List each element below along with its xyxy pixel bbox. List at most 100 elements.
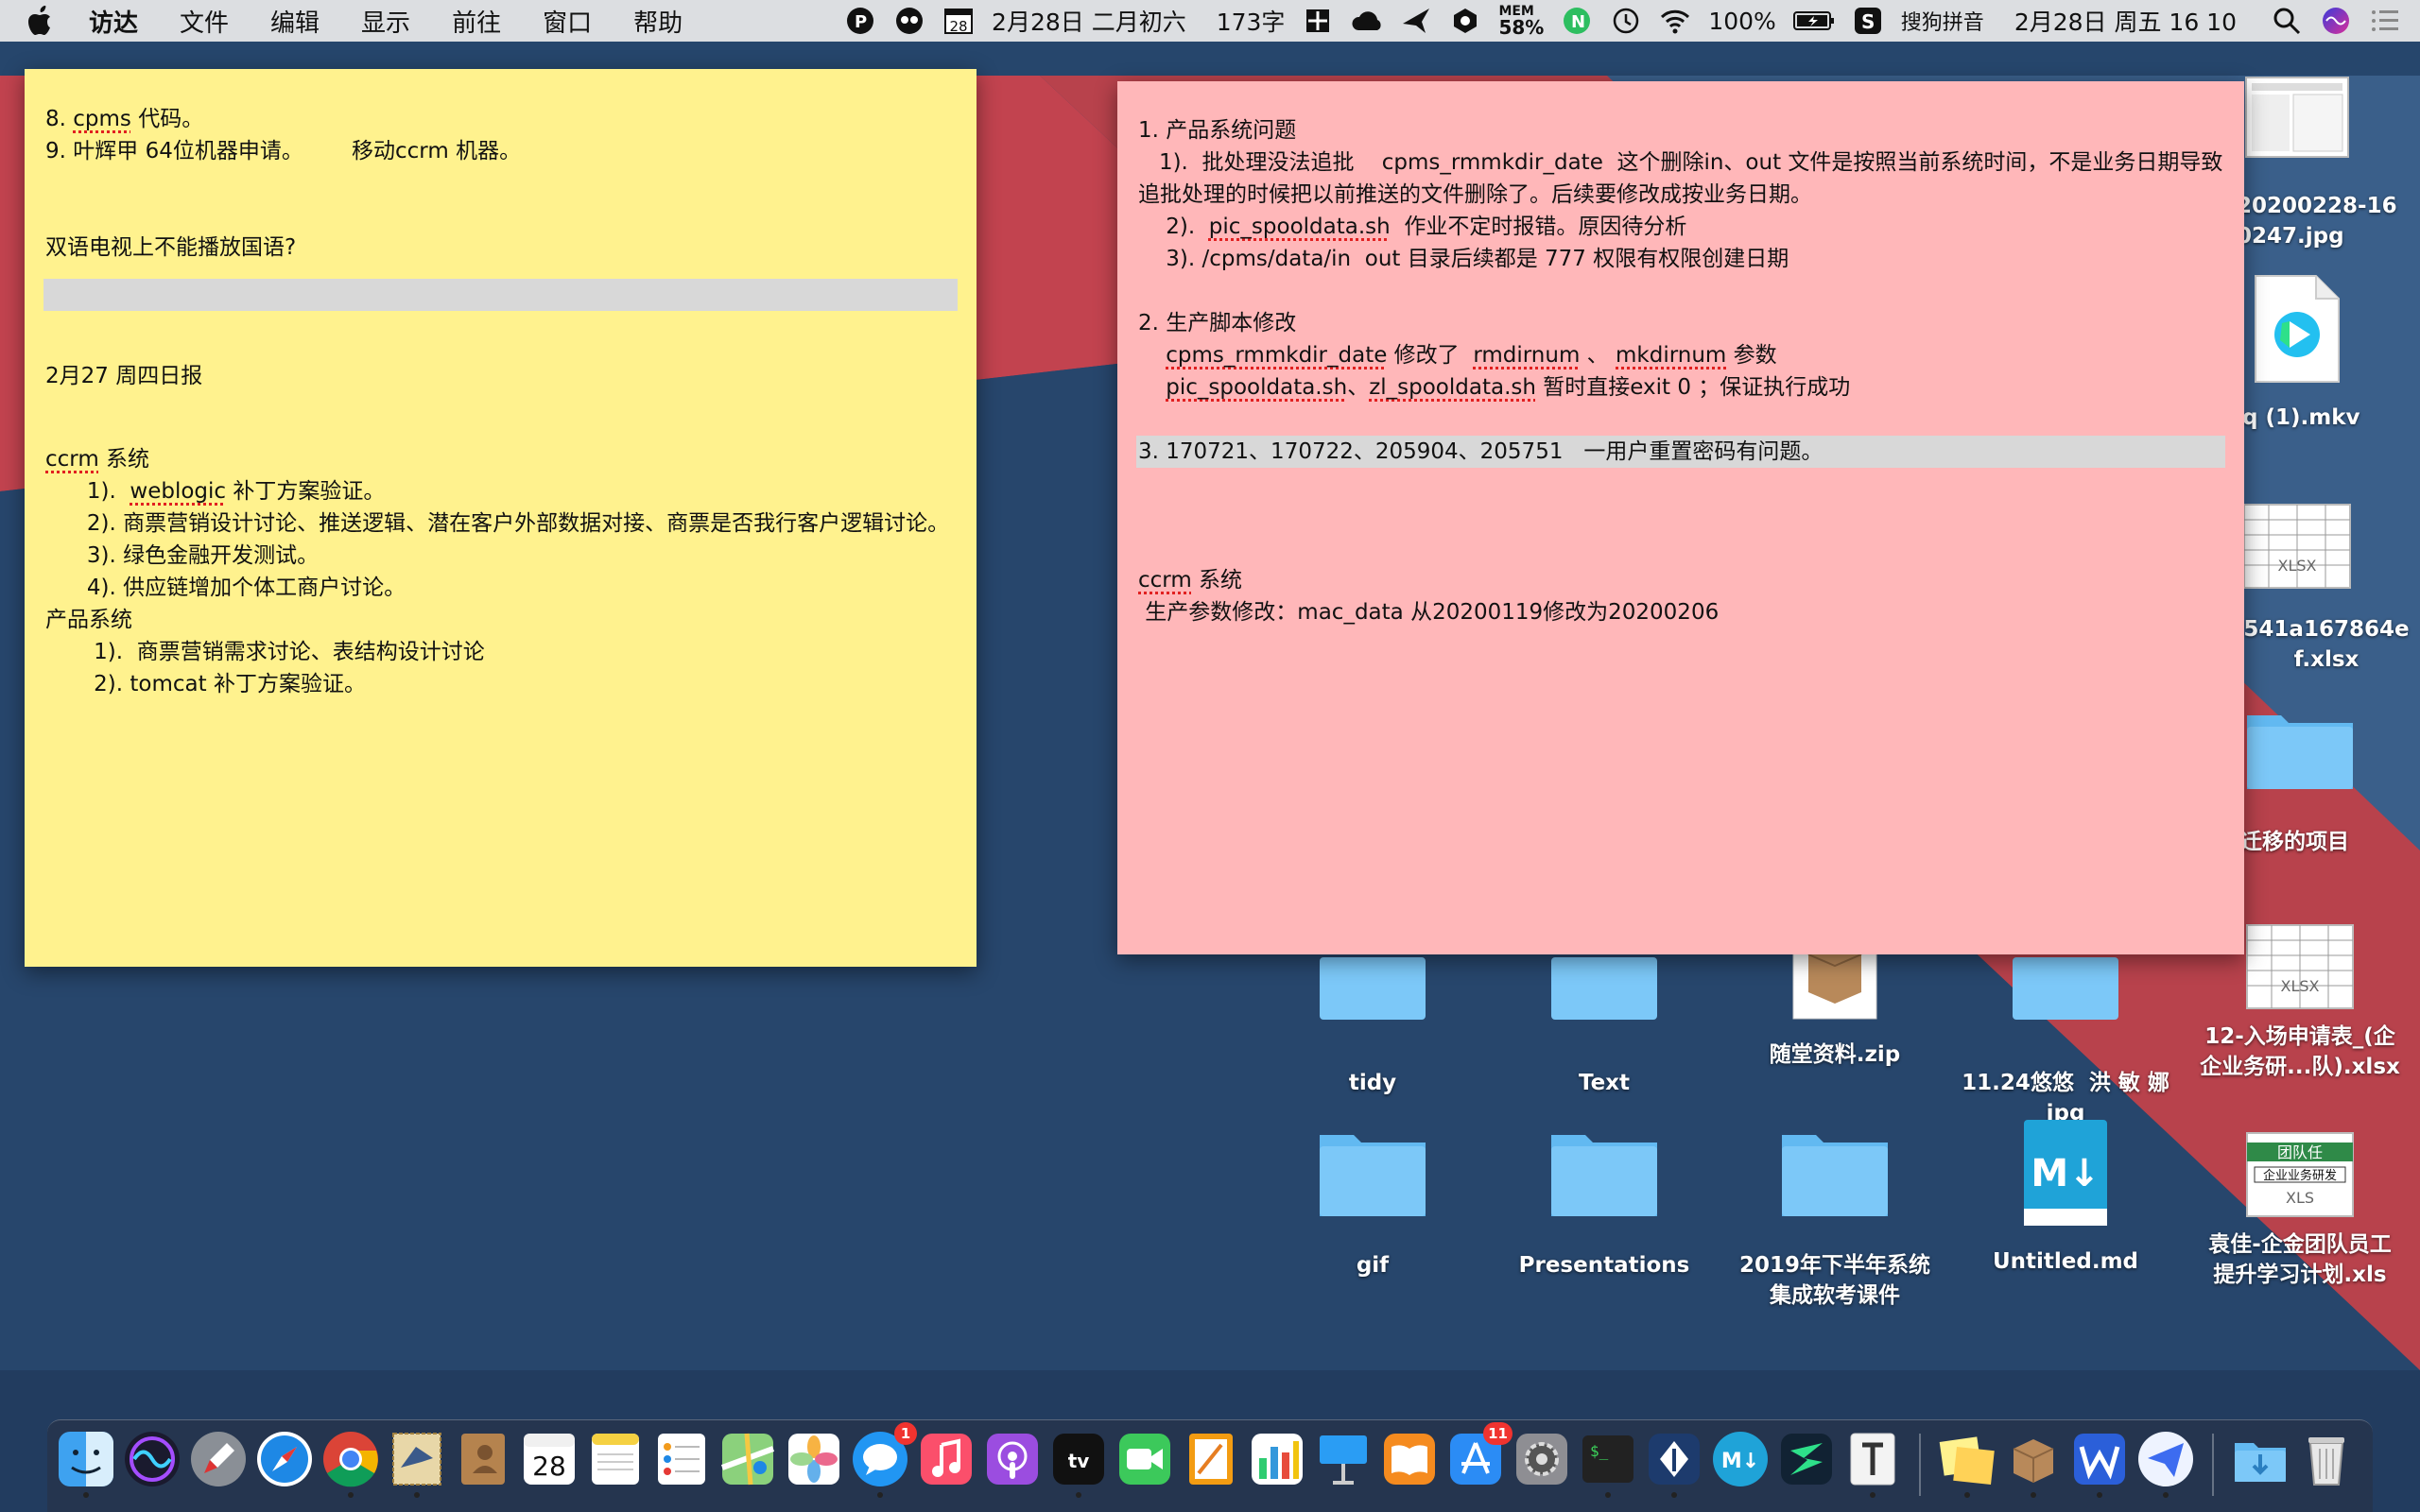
desktop-icon-jpg-folder[interactable]: 11.24悠悠 洪 敏 娜 jpg <box>1957 945 2174 1128</box>
desktop-icon-zip[interactable]: 随堂资料.zip <box>1726 945 1944 1070</box>
running-indicator <box>1964 1492 1970 1498</box>
desktop-icon-mkv-label: q (1).mkv <box>2242 405 2360 430</box>
dock-archive-utility[interactable] <box>2004 1430 2063 1498</box>
memory-monitor[interactable]: MEM 58% <box>1498 5 1544 38</box>
sticky-note-yellow[interactable]: 8. cpms 代码。 9. 叶辉甲 64位机器申请。 移动ccrm 机器。 双… <box>25 69 977 967</box>
bird-icon[interactable] <box>1400 5 1432 37</box>
dock-word[interactable] <box>2070 1430 2129 1498</box>
dock-messages[interactable]: 1 <box>851 1422 917 1498</box>
desktop-icon-tidy[interactable]: tidy <box>1264 945 1481 1098</box>
dock-lark[interactable] <box>2136 1430 2195 1498</box>
menu-edit[interactable]: 编辑 <box>270 4 320 39</box>
dock-system-preferences[interactable] <box>1512 1430 1571 1488</box>
dock-notes[interactable] <box>586 1430 645 1488</box>
desktop-icon-text[interactable]: Text <box>1495 945 1713 1098</box>
dock-sourcetree[interactable] <box>1645 1430 1703 1498</box>
input-grid-icon[interactable] <box>1302 5 1334 37</box>
dock-facetime[interactable] <box>1115 1430 1174 1488</box>
dock-appstore[interactable]: 11 <box>1446 1422 1512 1488</box>
notification-center-icon[interactable] <box>2369 5 2401 37</box>
markdown-file-icon: M↓ <box>2024 1120 2107 1226</box>
spellcheck-word: mkdirnum <box>1616 343 1727 368</box>
dock-podcasts[interactable] <box>983 1430 1042 1488</box>
dock-maps[interactable] <box>718 1430 777 1488</box>
calendar-day-icon[interactable]: 28 <box>942 5 975 37</box>
dock-keynote[interactable] <box>1314 1430 1373 1488</box>
desktop-icon-study-plan[interactable]: 团队任 企业业务研发 XLS 袁佳-企金团队员工 提升学习计划.xls <box>2187 1129 2413 1290</box>
running-indicator <box>1076 1492 1081 1498</box>
sourcetree-icon <box>1649 1434 1700 1485</box>
menu-view[interactable]: 显示 <box>361 4 410 39</box>
xlsx-file-icon: XLSX <box>2243 504 2351 589</box>
terminal-prompt: $_ <box>1590 1442 1609 1460</box>
owl-icon[interactable] <box>893 5 925 37</box>
status-area: P 28 2月28日 二月初六 173字 MEM 58% N 100% S 搜狗拼… <box>844 0 2401 42</box>
dock-script-editor[interactable] <box>1777 1430 1836 1488</box>
running-indicator <box>2031 1492 2036 1498</box>
spellcheck-word: weblogic <box>130 479 227 504</box>
text-edit-icon <box>1850 1433 1895 1486</box>
desktop-icon-untitled-md[interactable]: M↓ Untitled.md <box>1957 1118 2174 1277</box>
dock-markdown-editor[interactable]: M↓ <box>1711 1430 1770 1488</box>
md-glyph: M↓ <box>2031 1152 2100 1195</box>
spellcheck-word: pic_spooldata.sh <box>1166 375 1348 400</box>
dock-calendar[interactable]: 28 <box>520 1430 579 1488</box>
dock-stickies[interactable] <box>1938 1430 1996 1498</box>
input-method-label[interactable]: 搜狗拼音 <box>1901 6 1984 36</box>
sogou-icon[interactable]: S <box>1852 5 1884 37</box>
note-line: 1. 产品系统问题 <box>1138 118 1297 143</box>
dock-pages[interactable] <box>1182 1430 1240 1488</box>
siri-icon[interactable] <box>2320 5 2352 37</box>
spotlight-search-icon[interactable] <box>2271 5 2303 37</box>
desktop-icon-presentations[interactable]: Presentations <box>1495 1129 1713 1280</box>
dock-reminders[interactable] <box>652 1430 711 1488</box>
dock-safari[interactable] <box>255 1430 314 1488</box>
note-blank-line <box>1138 275 2223 307</box>
menu-app-name[interactable]: 访达 <box>89 4 138 39</box>
menu-file[interactable]: 文件 <box>180 4 229 39</box>
dock-downloads-folder[interactable] <box>2231 1430 2290 1488</box>
time-machine-icon[interactable] <box>1610 5 1642 37</box>
word-count[interactable]: 173字 <box>1217 4 1286 38</box>
lunar-date[interactable]: 2月28日 二月初六 <box>992 4 1186 38</box>
archive-box-icon <box>2013 1439 2054 1483</box>
cloud-icon[interactable] <box>1351 5 1383 37</box>
desktop-icon-gif[interactable]: gif <box>1264 1129 1481 1280</box>
battery-percent[interactable]: 100% <box>1708 8 1775 35</box>
menubar-clock[interactable]: 2月28日 周五 16 10 <box>2014 4 2237 38</box>
dock-mail-bird[interactable] <box>388 1430 446 1498</box>
note-line: 9. 叶辉甲 64位机器申请。 移动ccrm 机器。 <box>45 139 522 163</box>
dock-appletv[interactable]: tv <box>1049 1430 1108 1498</box>
apple-menu-icon[interactable] <box>28 6 79 36</box>
menu-go[interactable]: 前往 <box>452 4 501 39</box>
messages-badge: 1 <box>894 1422 917 1445</box>
dock-chrome[interactable] <box>321 1430 380 1498</box>
desktop-icon-ruankao[interactable]: 2019年下半年系统 集成软考课件 <box>1726 1129 1944 1311</box>
dock-terminal[interactable]: $_ <box>1579 1430 1637 1498</box>
sticky-note-pink[interactable]: 1. 产品系统问题 1). 批处理没法追批 cpms_rmmkdir_date … <box>1117 81 2244 954</box>
dock-music[interactable] <box>917 1430 976 1488</box>
note-line: pic_spooldata.sh、zl_spooldata.sh 暂时直接exi… <box>1166 375 1851 400</box>
menu-window[interactable]: 窗口 <box>543 4 592 39</box>
dock-textedit[interactable] <box>1843 1430 1902 1498</box>
spellcheck-word: pic_spooldata.sh <box>1208 215 1391 239</box>
note-blank-line <box>1138 532 2223 564</box>
wifi-icon[interactable] <box>1659 5 1691 37</box>
dock-contacts[interactable] <box>454 1430 512 1488</box>
shield-hex-icon[interactable] <box>1449 5 1481 37</box>
p-badge-icon[interactable]: P <box>844 5 876 37</box>
note-blank-line <box>45 392 956 424</box>
menu-help[interactable]: 帮助 <box>633 4 683 39</box>
svg-text:N: N <box>1571 12 1585 32</box>
dock-photos[interactable] <box>785 1430 843 1488</box>
battery-icon[interactable] <box>1792 5 1835 37</box>
dock-launchpad[interactable] <box>189 1430 248 1488</box>
dock-numbers[interactable] <box>1248 1430 1306 1488</box>
spellcheck-word: cpms_rmmkdir_date <box>1166 343 1388 368</box>
dock-finder[interactable] <box>57 1430 115 1498</box>
dock-books[interactable] <box>1380 1430 1439 1488</box>
evernote-icon[interactable]: N <box>1561 5 1593 37</box>
dock-siri[interactable] <box>123 1430 182 1488</box>
spellcheck-word: zl_spooldata.sh <box>1369 375 1536 400</box>
dock-trash[interactable] <box>2297 1430 2356 1488</box>
